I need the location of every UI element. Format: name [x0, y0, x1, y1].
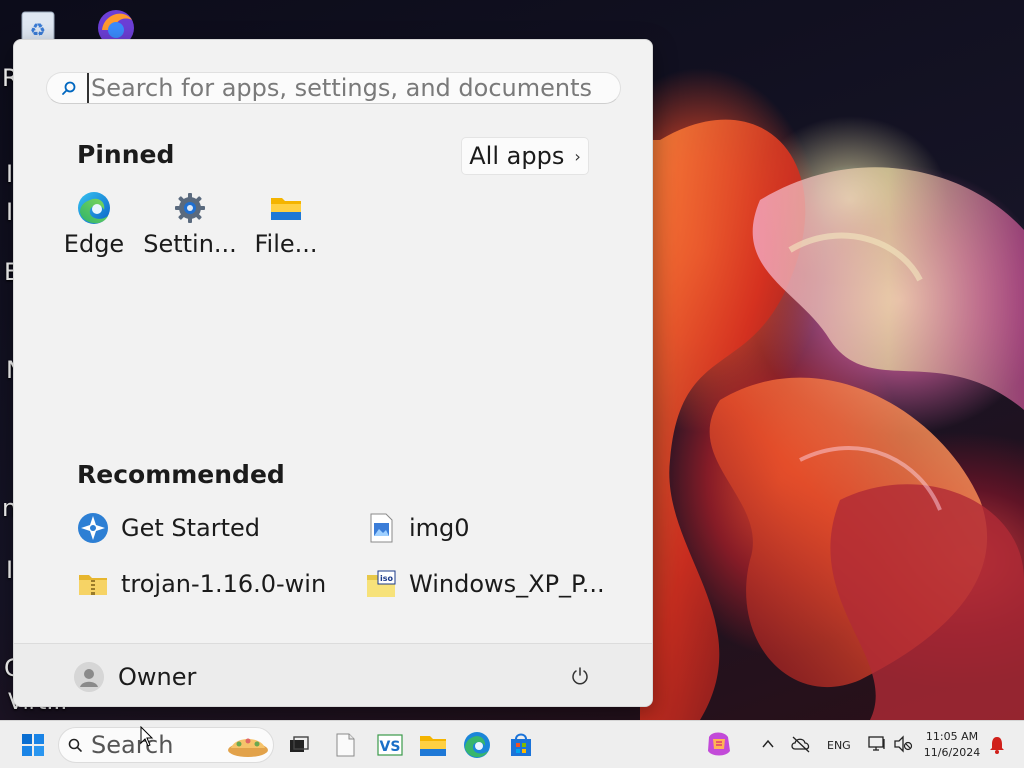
recommended-item-label: Windows_XP_P...	[409, 570, 605, 598]
search-icon	[68, 738, 82, 752]
pinned-app-settings[interactable]: Settin...	[142, 190, 238, 270]
clock[interactable]: 11:05 AM 11/6/2024	[920, 729, 984, 761]
recommended-item[interactable]: trojan-1.16.0-win	[76, 564, 326, 604]
get-started-icon	[78, 513, 108, 543]
iso-file-icon: iso	[367, 570, 396, 597]
copilot-icon[interactable]	[704, 729, 734, 759]
user-account-button[interactable]: Owner	[74, 658, 196, 696]
store-icon[interactable]	[505, 729, 537, 761]
search-icon	[62, 81, 76, 95]
recommended-item[interactable]: img0	[364, 508, 470, 548]
svg-text:VS: VS	[380, 739, 401, 755]
recommended-item-label: img0	[409, 514, 470, 542]
notepad-icon[interactable]	[329, 729, 361, 761]
visual-studio-code-icon[interactable]: VS	[374, 729, 406, 761]
zip-folder-icon	[79, 575, 107, 595]
clock-time: 11:05 AM	[925, 730, 979, 743]
onedrive-offline-icon[interactable]	[790, 735, 812, 753]
pinned-app-label: Settin...	[143, 230, 237, 258]
start-footer: Owner	[14, 643, 652, 706]
user-name: Owner	[118, 663, 197, 691]
recommended-item-label: trojan-1.16.0-win	[121, 570, 327, 598]
pinned-app-file-explorer[interactable]: File...	[238, 190, 334, 270]
start-menu: Pinned All apps › Edge	[13, 39, 653, 707]
pinned-app-label: Edge	[63, 230, 125, 258]
folder-icon	[271, 198, 301, 220]
network-icon[interactable]	[867, 735, 887, 753]
recommended-item[interactable]: iso Windows_XP_P...	[364, 564, 605, 604]
notification-bell-icon[interactable]	[988, 735, 1006, 755]
pinned-app-edge[interactable]: Edge	[46, 190, 142, 270]
pinned-app-label: File...	[254, 230, 318, 258]
pinned-title: Pinned	[77, 140, 175, 169]
mouse-cursor-icon	[140, 726, 154, 747]
taskbar: Search VS ENG 11:05 AM 11/6/2024	[0, 720, 1024, 768]
recommended-item-label: Get Started	[121, 514, 261, 542]
chevron-up-icon[interactable]	[761, 737, 775, 751]
svg-text:iso: iso	[380, 574, 394, 583]
gear-icon	[175, 193, 205, 223]
recommended-title: Recommended	[77, 460, 285, 489]
volume-muted-icon[interactable]	[893, 735, 913, 753]
power-icon[interactable]	[570, 666, 590, 686]
svg-text:♻: ♻	[30, 20, 46, 41]
wallpaper-ribbons	[640, 119, 1024, 720]
all-apps-label: All apps	[469, 142, 565, 170]
taskbar-search[interactable]: Search	[58, 727, 274, 763]
clock-date: 11/6/2024	[923, 746, 981, 759]
language-indicator[interactable]: ENG	[827, 739, 851, 752]
search-input[interactable]	[87, 73, 607, 103]
edge-icon	[78, 192, 110, 224]
file-explorer-icon[interactable]	[417, 729, 449, 761]
all-apps-button[interactable]: All apps ›	[461, 137, 589, 175]
image-file-icon	[370, 513, 393, 543]
recommended-item[interactable]: Get Started	[76, 508, 260, 548]
taskbar-search-label: Search	[91, 731, 174, 759]
avatar	[74, 662, 104, 692]
windows-start-icon[interactable]	[17, 729, 49, 761]
start-search-box[interactable]	[46, 72, 621, 104]
chevron-right-icon: ›	[574, 146, 581, 166]
search-highlight-icon	[228, 738, 268, 757]
task-view-icon[interactable]	[283, 729, 315, 761]
edge-icon[interactable]	[461, 729, 493, 761]
